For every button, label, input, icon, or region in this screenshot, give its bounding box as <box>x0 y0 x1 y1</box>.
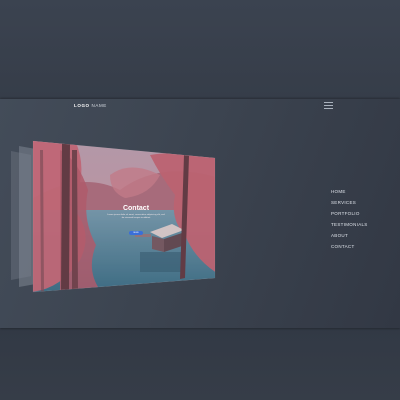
hamburger-line <box>324 102 333 103</box>
top-band <box>0 0 400 99</box>
preview-content: Contact Lorem ipsum dolor sit amet, cons… <box>106 204 166 238</box>
nav-menu: HOME SERVICES PORTFOLIO TESTIMONIALS ABO… <box>331 186 368 252</box>
nav-item-portfolio[interactable]: PORTFOLIO <box>331 208 368 219</box>
logo-bold-text: LOGO <box>74 103 90 108</box>
preview-send-button[interactable]: SEND <box>129 231 143 235</box>
nav-item-contact[interactable]: CONTACT <box>331 241 368 252</box>
preview-title: Contact <box>122 205 150 212</box>
preview-text: Lorem ipsum dolor sit amet, consectetur … <box>107 214 165 219</box>
hamburger-line <box>324 105 333 106</box>
ghost-page-middle <box>19 146 35 287</box>
nav-item-services[interactable]: SERVICES <box>331 197 368 208</box>
hamburger-icon[interactable] <box>324 102 333 109</box>
bottom-band <box>0 328 400 400</box>
nav-item-testimonials[interactable]: TESTIMONIALS <box>331 219 368 230</box>
logo-name-text: NAME <box>89 103 107 108</box>
nav-item-about[interactable]: ABOUT <box>331 230 368 241</box>
hamburger-line <box>324 108 333 109</box>
nav-item-home[interactable]: HOME <box>331 186 368 197</box>
logo[interactable]: LOGO NAME <box>74 103 107 108</box>
